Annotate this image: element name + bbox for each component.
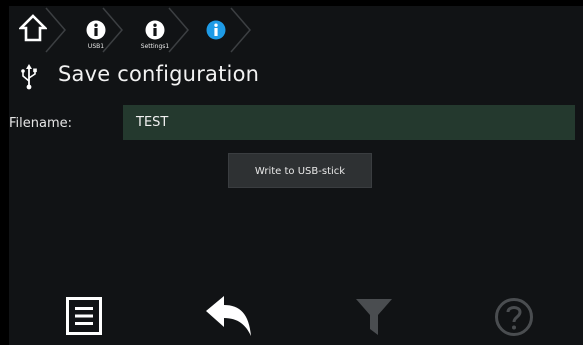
breadcrumb: USB1 Settings1 [9,6,583,54]
write-to-usb-button[interactable]: Write to USB-stick [228,153,372,188]
page-title: Save configuration [58,62,260,86]
info-icon [145,20,165,40]
breadcrumb-label: USB1 [87,43,105,50]
breadcrumb-item-current [206,6,226,52]
filter-button [339,286,409,345]
back-button[interactable] [189,286,269,345]
info-icon [86,20,106,40]
filename-label: Filename: [9,116,73,131]
app-screen: USB1 Settings1 Save configuration Filena… [9,6,583,345]
menu-button[interactable] [49,286,119,345]
breadcrumb-item-usb1[interactable]: USB1 [86,6,106,52]
breadcrumb-home[interactable] [19,6,49,52]
info-icon [206,20,226,40]
breadcrumb-item-settings1[interactable]: Settings1 [141,6,169,52]
back-icon [206,296,251,336]
filter-icon [356,299,392,335]
home-icon [19,14,47,42]
help-button [479,286,549,345]
bottom-toolbar [9,286,583,345]
page-header: Save configuration [19,61,559,93]
help-icon [495,298,533,336]
breadcrumb-label: Settings1 [140,43,170,50]
menu-icon [66,297,102,335]
filename-input[interactable]: TEST [123,105,575,140]
usb-icon [21,64,37,90]
